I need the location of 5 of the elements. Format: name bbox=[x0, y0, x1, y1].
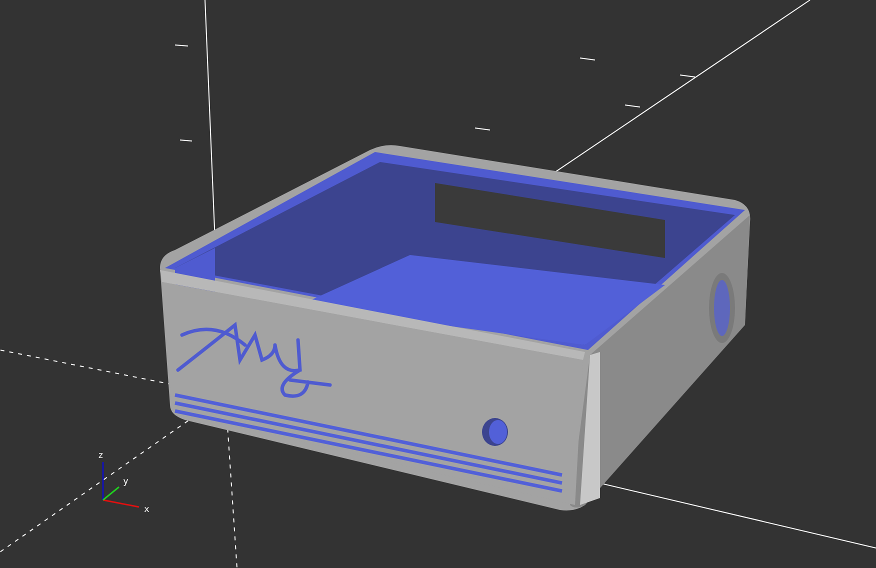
axis-indicator-drawing bbox=[102, 462, 140, 508]
3d-viewport[interactable]: z y x bbox=[0, 0, 876, 568]
axis-label: x bbox=[144, 505, 150, 515]
axis-label: z bbox=[98, 451, 104, 461]
axis-label: y bbox=[123, 477, 128, 487]
